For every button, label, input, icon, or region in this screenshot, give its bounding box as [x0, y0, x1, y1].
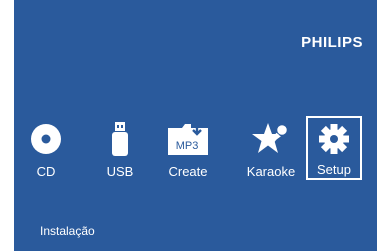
menu-item-label: CD: [36, 164, 56, 179]
menu-item-create[interactable]: MP3 Create: [158, 114, 218, 182]
mp3-folder-icon: MP3: [158, 122, 218, 156]
device-screen: PHILIPS CD USB MP3 Create Karaoke Setup …: [14, 0, 377, 251]
status-text: Instalação: [40, 224, 95, 238]
star-microphone-icon: [240, 122, 302, 156]
menu-item-label: USB: [106, 164, 134, 179]
mp3-icon-text: MP3: [176, 140, 199, 152]
menu-item-usb[interactable]: USB: [98, 114, 142, 182]
menu-item-cd[interactable]: CD: [24, 114, 68, 182]
brand-logo: PHILIPS: [301, 34, 363, 51]
menu-item-label: Setup: [317, 162, 351, 177]
menu-item-setup[interactable]: Setup: [306, 116, 362, 180]
gear-icon: [308, 122, 360, 156]
disc-icon: [24, 122, 68, 156]
menu-item-label: Karaoke: [246, 164, 296, 179]
menu-item-label: Create: [168, 164, 208, 179]
usb-drive-icon: [98, 122, 142, 156]
menu-item-karaoke[interactable]: Karaoke: [240, 114, 302, 182]
